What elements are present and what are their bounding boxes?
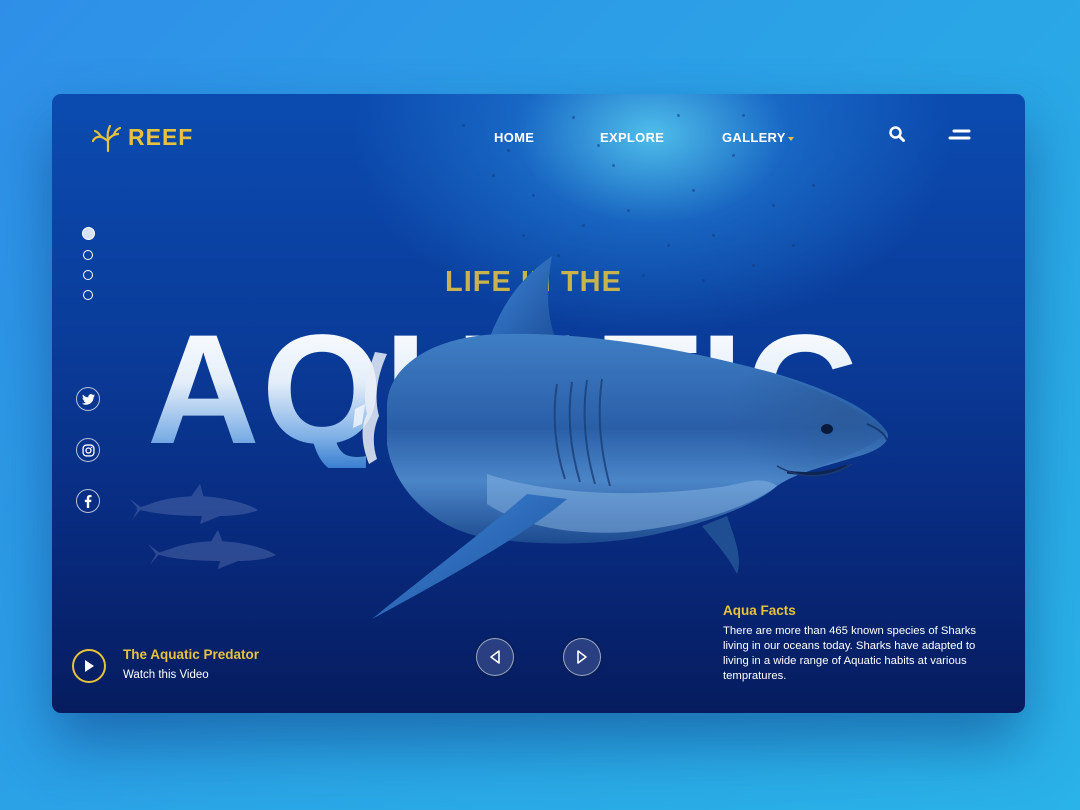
nav-gallery-label: GALLERY: [722, 130, 786, 145]
next-slide-button[interactable]: [563, 638, 601, 676]
previous-slide-button[interactable]: [476, 638, 514, 676]
play-video-button[interactable]: [72, 649, 106, 683]
twitter-link[interactable]: [76, 387, 100, 411]
chevron-down-icon: [787, 136, 794, 141]
nav-home[interactable]: HOME: [494, 130, 554, 145]
brand-logo[interactable]: REEF: [92, 122, 193, 152]
twitter-icon: [81, 393, 95, 405]
background-sharks-illustration: [130, 484, 276, 569]
slide-dot-4[interactable]: [83, 290, 93, 300]
instagram-icon: [81, 443, 95, 457]
menu-icon: [948, 129, 971, 140]
search-icon: [889, 126, 905, 142]
brand-name: REEF: [128, 123, 194, 150]
arrow-left-icon: [490, 650, 500, 664]
slide-dot-2[interactable]: [83, 250, 93, 260]
coral-icon: [92, 124, 122, 152]
hero-card: REEF HOME EXPLORE GALLERY LIFE THE The A…: [52, 94, 1025, 713]
slide-dot-3[interactable]: [83, 270, 93, 280]
search-button[interactable]: [888, 125, 908, 145]
slide-indicator: [81, 227, 95, 310]
menu-button[interactable]: [948, 128, 972, 144]
instagram-link[interactable]: [76, 438, 100, 462]
facts-body: There are more than 465 known species of…: [723, 625, 977, 682]
nav-explore[interactable]: EXPLORE: [600, 130, 680, 145]
facts-title: Aqua Facts: [723, 603, 796, 618]
arrow-right-icon: [577, 650, 587, 664]
slide-dot-1[interactable]: [81, 227, 95, 240]
nav-gallery[interactable]: GALLERY: [722, 130, 802, 145]
facebook-icon: [84, 494, 92, 508]
video-title[interactable]: The Aquatic Predator: [123, 647, 259, 662]
shark-illustration: [353, 256, 888, 619]
social-links: [76, 387, 100, 540]
play-icon: [85, 660, 94, 672]
video-subtitle[interactable]: Watch this Video: [123, 669, 209, 681]
facebook-link[interactable]: [76, 489, 100, 513]
